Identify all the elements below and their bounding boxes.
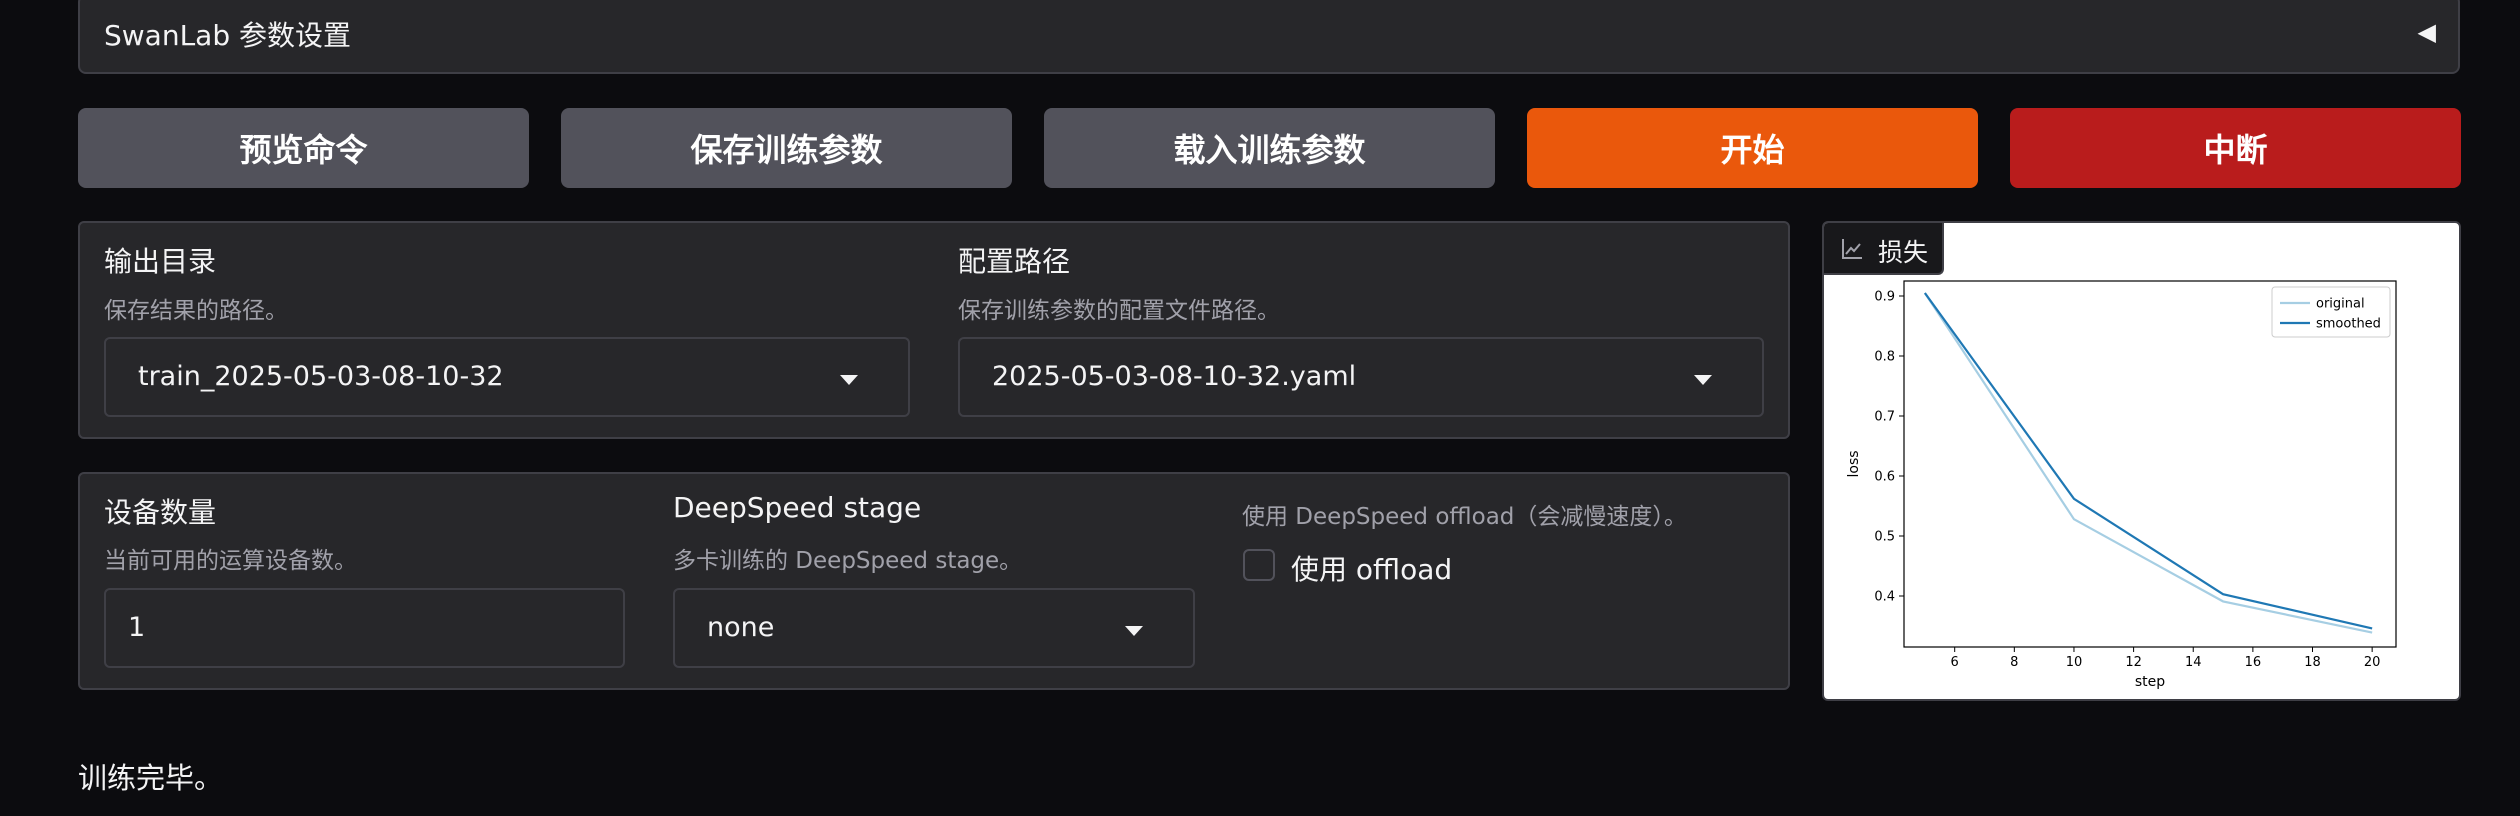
output-dir-dropdown[interactable]: train_2025-05-03-08-10-32	[104, 337, 910, 417]
y-tick-label: 0.5	[1874, 530, 1895, 545]
chevron-down-icon[interactable]	[1125, 626, 1143, 636]
y-tick-label: 0.7	[1874, 410, 1895, 425]
x-tick-label: 14	[2185, 655, 2202, 670]
chevron-down-icon[interactable]	[840, 375, 858, 385]
line-chart-icon	[1842, 239, 1862, 259]
preview-command-button[interactable]: 预览命令	[78, 108, 529, 188]
device-count-value: 1	[128, 612, 146, 643]
start-button[interactable]: 开始	[1527, 108, 1978, 188]
legend-label-original: original	[2316, 297, 2365, 312]
loss-plot-tab-label: 损失	[1878, 238, 1929, 267]
legend-label-smoothed: smoothed	[2316, 317, 2381, 332]
y-tick-label: 0.6	[1874, 470, 1895, 485]
config-path-value: 2025-05-03-08-10-32.yaml	[992, 361, 1357, 392]
y-tick-label: 0.9	[1874, 290, 1895, 305]
x-tick-label: 8	[2010, 655, 2018, 670]
output-dir-value: train_2025-05-03-08-10-32	[138, 361, 504, 392]
offload-checkbox[interactable]	[1243, 549, 1275, 581]
save-args-button[interactable]: 保存训练参数	[561, 108, 1012, 188]
deepspeed-stage-value: none	[707, 612, 775, 643]
config-path-info: 保存训练参数的配置文件路径。	[958, 298, 1280, 324]
x-tick-label: 20	[2364, 655, 2381, 670]
y-axis-label: loss	[1846, 450, 1862, 477]
loss-plot-tab: 损失	[1824, 223, 1944, 275]
load-args-button[interactable]: 载入训练参数	[1044, 108, 1495, 188]
deepspeed-stage-dropdown[interactable]: none	[673, 588, 1195, 668]
output-dir-info: 保存结果的路径。	[104, 298, 288, 324]
chevron-down-icon[interactable]	[1694, 375, 1712, 385]
y-tick-label: 0.4	[1874, 590, 1895, 605]
swanlab-settings-accordion[interactable]: SwanLab 参数设置 ◀	[78, 0, 2460, 74]
config-path-dropdown[interactable]: 2025-05-03-08-10-32.yaml	[958, 337, 1764, 417]
y-tick-label: 0.8	[1874, 350, 1895, 365]
deepspeed-stage-label: DeepSpeed stage	[673, 491, 922, 524]
x-axis-label: step	[2135, 674, 2165, 690]
loss-chart: 6 8 10 12 14 16 18 20 0.4 0.5 0.6 0.7 0.8 0.9 step loss…	[1846, 280, 2397, 690]
loss-plot-panel: 6 8 10 12 14 16 18 20 0.4 0.5 0.6 0.7 0.8 0.9 step loss…	[1822, 221, 2461, 701]
x-tick-label: 16	[2245, 655, 2262, 670]
triangle-left-icon[interactable]: ◀	[2418, 18, 2436, 46]
device-count-input[interactable]: 1	[104, 588, 625, 668]
stop-button[interactable]: 中断	[2010, 108, 2461, 188]
offload-info: 使用 DeepSpeed offload（会减慢速度）。	[1242, 504, 1687, 530]
device-count-info: 当前可用的运算设备数。	[104, 548, 357, 574]
output-dir-label: 输出目录	[104, 245, 217, 278]
config-path-label: 配置路径	[958, 245, 1071, 278]
x-tick-label: 12	[2125, 655, 2142, 670]
status-output: 训练完毕。	[78, 761, 224, 795]
swanlab-settings-title: SwanLab 参数设置	[104, 19, 352, 52]
x-tick-label: 18	[2304, 655, 2321, 670]
device-count-label: 设备数量	[104, 496, 217, 529]
offload-checkbox-label[interactable]: 使用 offload	[1291, 548, 1452, 588]
x-tick-label: 6	[1951, 655, 1959, 670]
deepspeed-stage-info: 多卡训练的 DeepSpeed stage。	[673, 548, 1023, 574]
x-tick-label: 10	[2066, 655, 2083, 670]
